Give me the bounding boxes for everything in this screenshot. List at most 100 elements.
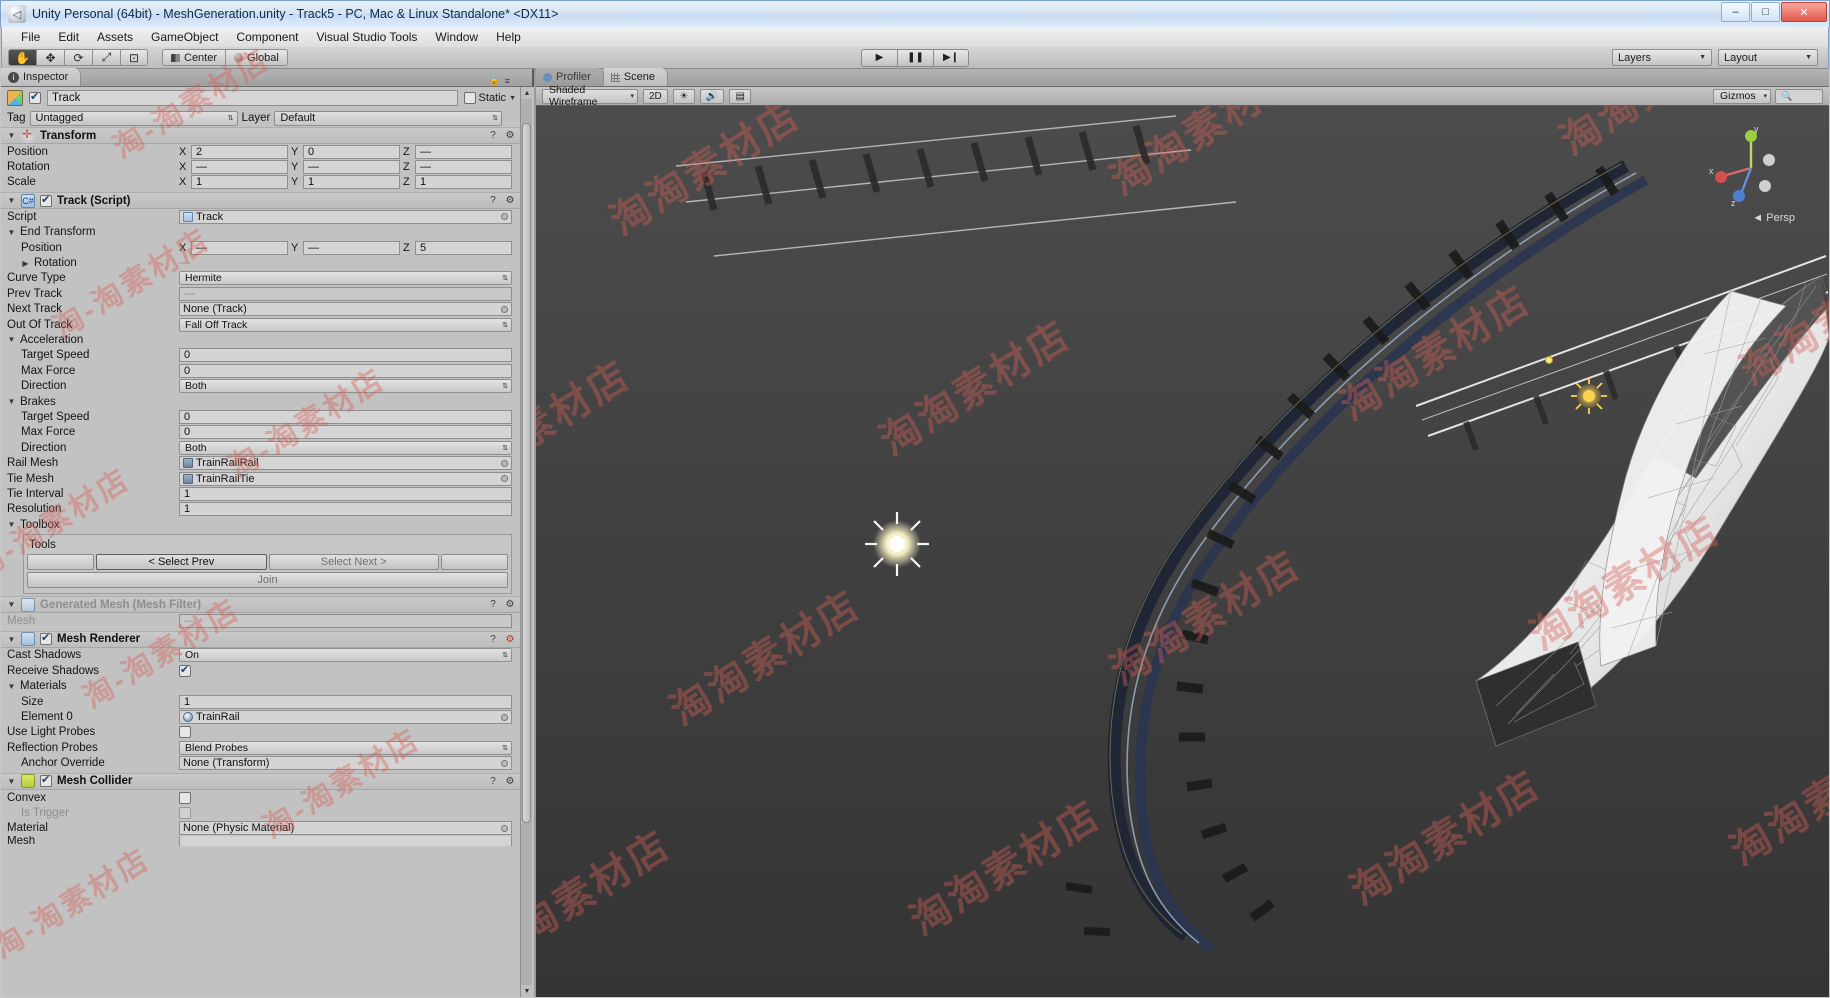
gear-icon[interactable]: ⚙ [504, 195, 516, 207]
end-rotation-foldout[interactable]: ▶ Rotation [7, 257, 179, 269]
materials-element0-objectfield[interactable]: TrainRail [179, 710, 512, 725]
brakes-foldout-row[interactable]: ▼ Brakes [1, 394, 522, 409]
collider-mesh-objectfield[interactable] [179, 836, 512, 847]
next-track-objectfield[interactable]: None (Track) [179, 302, 512, 317]
foldout-end-rotation-icon[interactable]: ▶ [21, 259, 30, 268]
chevron-down-icon[interactable]: ▼ [509, 95, 516, 102]
brakes-foldout[interactable]: ▼ Brakes [7, 396, 56, 408]
scene-audio-icon[interactable]: 🔊 [699, 88, 725, 104]
reflection-probes-dropdown[interactable]: Blend Probes ⇅ [179, 740, 512, 755]
convex-checkbox[interactable] [179, 791, 191, 804]
materials-size-field[interactable]: 1 [179, 694, 512, 709]
rail-mesh-objectfield[interactable]: TrainRailRail [179, 456, 512, 471]
toolbox-foldout-row[interactable]: ▼ Toolbox [1, 517, 522, 532]
join-button[interactable]: Join [27, 572, 508, 589]
tab-inspector[interactable]: i Inspector [1, 68, 82, 86]
scale-y-field[interactable]: 1 [303, 175, 400, 190]
object-picker-icon[interactable] [501, 759, 508, 767]
inspector-scrollbar-thumb[interactable] [522, 123, 531, 823]
minimize-button[interactable]: – [1721, 2, 1750, 22]
materials-foldout[interactable]: ▼ Materials [7, 680, 67, 692]
component-header-transform[interactable]: ▼ Transform ? ⚙ [1, 127, 522, 144]
rotation-z-field[interactable]: — [415, 160, 512, 175]
gizmos-dropdown[interactable]: Gizmos ▾ [1713, 88, 1771, 104]
step-button[interactable]: ▶❙ [933, 48, 969, 67]
scroll-up-icon[interactable]: ▲ [521, 87, 533, 99]
help-icon[interactable]: ? [487, 633, 499, 645]
mesh-collider-enabled-checkbox[interactable] [40, 773, 52, 788]
foldout-mesh-renderer-icon[interactable]: ▼ [7, 635, 16, 644]
move-tool-icon[interactable]: ✥ [36, 49, 64, 66]
scale-z-field[interactable]: 1 [415, 175, 512, 190]
pause-button[interactable]: ❚❚ [897, 48, 933, 67]
inspector-lock-icon[interactable]: 🔒 [489, 75, 500, 86]
acceleration-foldout-row[interactable]: ▼ Acceleration [1, 332, 522, 347]
component-header-mesh-collider[interactable]: ▼ Mesh Collider ? ⚙ [1, 772, 522, 790]
resolution-field[interactable]: 1 [179, 502, 512, 517]
help-icon[interactable]: ? [487, 195, 499, 207]
foldout-mesh-collider-icon[interactable]: ▼ [7, 777, 16, 786]
draw-mode-dropdown[interactable]: Shaded Wireframe ▾ [542, 84, 638, 108]
accel-direction-dropdown[interactable]: Both ⇅ [179, 379, 512, 394]
foldout-end-transform-icon[interactable]: ▼ [7, 228, 16, 237]
menu-component[interactable]: Component [227, 28, 307, 46]
out-of-track-dropdown[interactable]: Fall Off Track ⇅ [179, 317, 512, 332]
menu-help[interactable]: Help [487, 28, 530, 46]
menu-edit[interactable]: Edit [49, 28, 88, 46]
component-header-mesh-filter[interactable]: ▼ Generated Mesh (Mesh Filter) ? ⚙ [1, 596, 522, 614]
position-x-field[interactable]: 2 [191, 144, 288, 159]
select-next-button[interactable]: Select Next > [268, 554, 439, 571]
toolbox-blank-right-button[interactable] [440, 554, 508, 571]
gameobject-name-field[interactable]: Track [47, 90, 458, 106]
inspector-scrollbar[interactable]: ▲ ▼ [520, 87, 533, 997]
menu-assets[interactable]: Assets [88, 28, 142, 46]
component-header-track-script[interactable]: ▼ C# Track (Script) ? ⚙ [1, 192, 522, 210]
brakes-max-force-field[interactable]: 0 [179, 425, 512, 440]
foldout-toolbox-icon[interactable]: ▼ [7, 520, 16, 529]
tie-interval-field[interactable]: 1 [179, 486, 512, 501]
layers-dropdown[interactable]: Layers ▼ [1612, 49, 1712, 66]
prev-track-field[interactable]: — [179, 286, 512, 301]
use-light-probes-checkbox[interactable] [179, 726, 191, 739]
mesh-renderer-enabled-checkbox[interactable] [40, 631, 52, 646]
foldout-track-script-icon[interactable]: ▼ [7, 196, 16, 205]
position-y-field[interactable]: 0 [303, 144, 400, 159]
scene-search-input[interactable]: 🔍 [1775, 88, 1823, 104]
toggle-2d-button[interactable]: 2D [643, 88, 668, 104]
scene-axis-gizmo[interactable]: y x z [1707, 124, 1791, 208]
object-picker-icon[interactable] [501, 213, 508, 221]
object-picker-icon[interactable] [501, 824, 508, 832]
pivot-mode-button[interactable]: Center [162, 49, 226, 66]
menu-gameobject[interactable]: GameObject [142, 28, 227, 46]
toolbox-blank-left-button[interactable] [27, 554, 95, 571]
maximize-button[interactable]: □ [1751, 2, 1780, 22]
curve-type-dropdown[interactable]: Hermite ⇅ [179, 271, 512, 286]
select-prev-button[interactable]: < Select Prev [96, 554, 267, 571]
rotation-x-field[interactable]: — [191, 160, 288, 175]
object-picker-icon[interactable] [501, 459, 508, 467]
inspector-menu-icon[interactable]: ≡ [505, 76, 510, 86]
rect-tool-icon[interactable]: ⊡ [120, 49, 148, 66]
layout-dropdown[interactable]: Layout ▼ [1718, 49, 1818, 66]
anchor-override-objectfield[interactable]: None (Transform) [179, 756, 512, 771]
static-checkbox[interactable] [463, 92, 476, 104]
gear-icon[interactable]: ⚙ [504, 775, 516, 787]
cast-shadows-dropdown[interactable]: On ⇅ [179, 648, 512, 663]
foldout-transform-icon[interactable]: ▼ [7, 131, 16, 140]
receive-shadows-checkbox[interactable] [179, 663, 191, 677]
position-z-field[interactable]: — [415, 144, 512, 159]
scene-lighting-icon[interactable]: ☀ [672, 88, 695, 104]
gear-icon[interactable]: ⚙ [504, 633, 516, 645]
help-icon[interactable]: ? [487, 599, 499, 611]
component-header-mesh-renderer[interactable]: ▼ Mesh Renderer ? ⚙ [1, 630, 522, 648]
play-button[interactable]: ▶ [861, 48, 897, 67]
accel-target-speed-field[interactable]: 0 [179, 348, 512, 363]
scene-viewport[interactable]: y x z ◄ Persp 淘淘素材店 淘淘素材店 淘淘素材店 淘淘素材店 淘淘… [536, 106, 1829, 997]
menu-window[interactable]: Window [426, 28, 487, 46]
object-picker-icon[interactable] [501, 713, 508, 721]
foldout-materials-icon[interactable]: ▼ [7, 682, 16, 691]
script-objectfield[interactable]: Track [179, 209, 512, 224]
help-icon[interactable]: ? [487, 130, 499, 142]
tie-mesh-objectfield[interactable]: TrainRailTie [179, 471, 512, 486]
hand-tool-icon[interactable]: ✋ [8, 49, 36, 66]
